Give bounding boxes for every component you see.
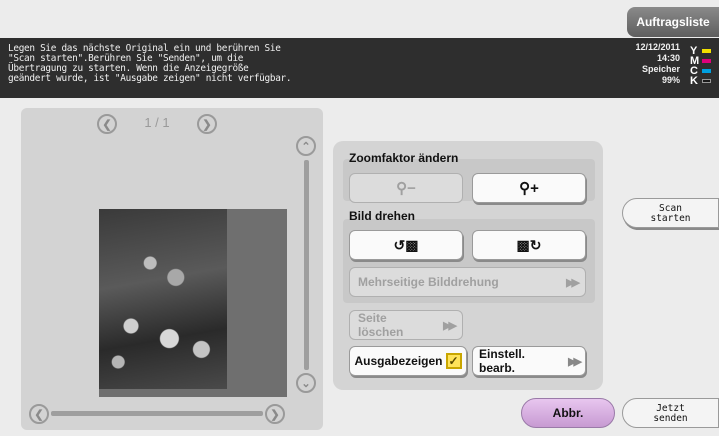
rotate-title: Bild drehen: [349, 209, 416, 223]
toner-bar-cyan: [702, 69, 711, 73]
rotate-right-button[interactable]: ▩↻: [472, 230, 586, 260]
scroll-left-icon[interactable]: ❮: [29, 404, 49, 424]
zoom-in-button[interactable]: ⚲+: [472, 173, 586, 203]
edit-settings-label: Einstell. bearb.: [479, 347, 526, 375]
rotate-right-icon: ▩↻: [516, 236, 542, 253]
status-info: 12/12/2011 14:30 Speicher 99%: [560, 42, 680, 86]
multipage-rotate-label: Mehrseitige Bilddrehung: [358, 275, 499, 289]
toner-bar-black: [702, 79, 711, 83]
instruction-message: Legen Sie das nächste Original ein und b…: [8, 44, 568, 84]
zoom-title: Zoomfaktor ändern: [349, 151, 459, 165]
edit-panel: Zoomfaktor ändern ⚲− ⚲+ Bild drehen ↺▩ ▩…: [333, 141, 603, 390]
scanned-page-preview: [99, 209, 287, 397]
send-now-button[interactable]: Jetzt senden: [622, 398, 719, 428]
send-now-label-line2: senden: [653, 413, 688, 424]
zoom-out-icon: ⚲−: [396, 180, 416, 197]
rotate-left-button[interactable]: ↺▩: [349, 230, 463, 260]
job-list-button[interactable]: Auftragsliste: [627, 7, 719, 37]
output-display-button[interactable]: Ausgabezeigen ✓: [349, 346, 467, 376]
toner-row-k: K: [690, 75, 718, 87]
top-bar: Auftragsliste: [0, 0, 719, 38]
double-chevron-right-icon: ▶▶: [568, 355, 582, 368]
vertical-scrollbar[interactable]: [304, 160, 309, 370]
next-page-icon[interactable]: ❯: [197, 114, 217, 134]
message-line: geändert wurde, ist "Ausgabe zeigen" nic…: [8, 73, 292, 84]
toner-letter: K: [690, 75, 698, 87]
double-chevron-right-icon: ▶▶: [443, 319, 457, 332]
delete-page-label: Seite löschen: [358, 311, 404, 339]
multipage-rotate-button[interactable]: Mehrseitige Bilddrehung ▶▶: [349, 267, 586, 297]
scroll-right-icon[interactable]: ❯: [265, 404, 285, 424]
rotate-left-icon: ↺▩: [393, 236, 419, 253]
tulip-photo-image: [99, 209, 227, 389]
previous-page-icon[interactable]: ❮: [97, 114, 117, 134]
page-indicator: 1 / 1: [144, 115, 170, 130]
time-text: 14:30: [656, 53, 680, 63]
output-display-label: Ausgabezeigen: [354, 354, 443, 368]
edit-settings-button[interactable]: Einstell. bearb. ▶▶: [472, 346, 586, 376]
toner-levels: Y M C K: [690, 45, 718, 87]
date-text: 12/12/2011: [635, 42, 680, 52]
scan-start-button[interactable]: Scan starten: [622, 198, 719, 228]
scroll-down-icon[interactable]: ⌄: [296, 373, 316, 393]
checkbox-checked-icon: ✓: [445, 353, 462, 369]
delete-page-button[interactable]: Seite löschen ▶▶: [349, 310, 463, 340]
horizontal-scrollbar[interactable]: [51, 411, 263, 416]
message-bar: Legen Sie das nächste Original ein und b…: [0, 38, 719, 98]
scan-start-label-line2: starten: [650, 213, 691, 224]
zoom-in-icon: ⚲+: [519, 180, 539, 197]
zoom-out-button[interactable]: ⚲−: [349, 173, 463, 203]
memory-label: Speicher: [641, 64, 680, 74]
memory-value: 99%: [661, 75, 680, 85]
toner-bar-magenta: [702, 59, 711, 63]
toner-bar-yellow: [702, 49, 711, 53]
cancel-button[interactable]: Abbr.: [521, 398, 615, 428]
double-chevron-right-icon: ▶▶: [566, 276, 580, 289]
preview-area: ❮ 1 / 1 ❯ ⌃ ⌄ ❮ ❯: [21, 108, 323, 430]
scroll-up-icon[interactable]: ⌃: [296, 136, 316, 156]
